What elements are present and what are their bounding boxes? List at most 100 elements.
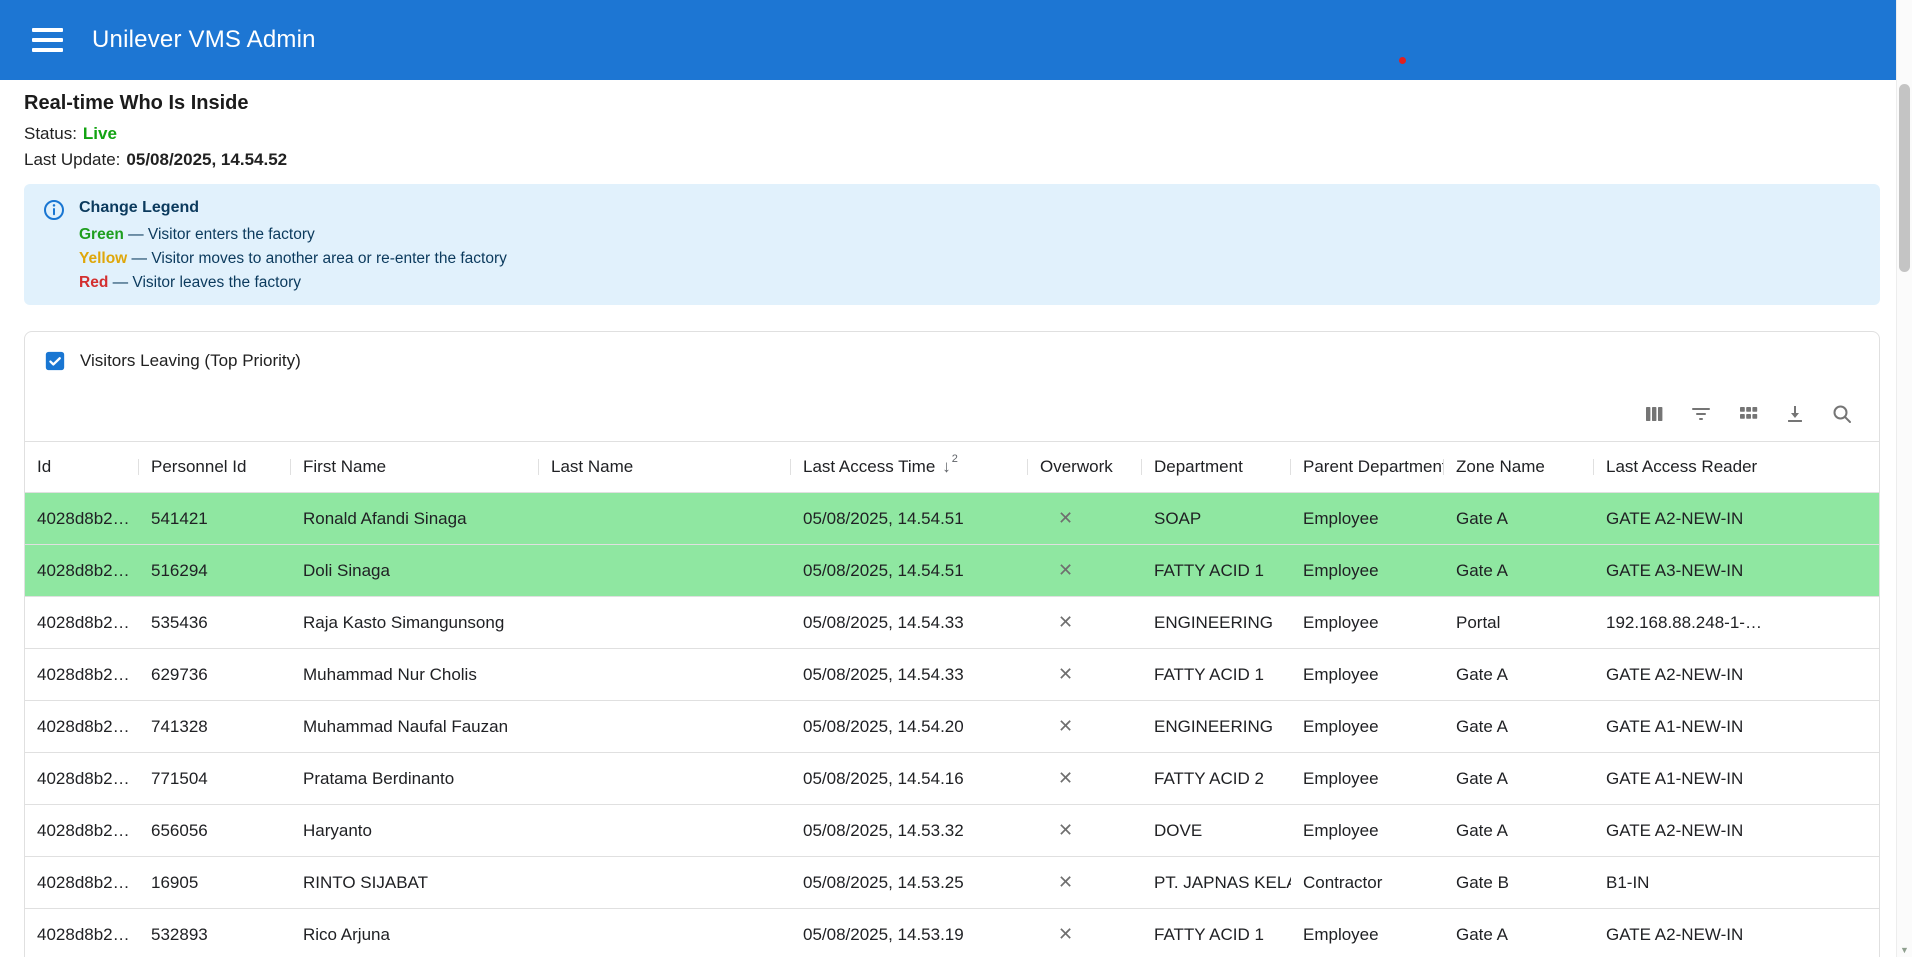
column-header-department[interactable]: Department [1142, 442, 1291, 492]
cell-id: 4028d8b2… [25, 493, 139, 544]
table-row[interactable]: 4028d8b2…16905RINTO SIJABAT05/08/2025, 1… [25, 857, 1879, 909]
column-header-label: Last Name [551, 457, 633, 477]
table-row[interactable]: 4028d8b2…741328Muhammad Naufal Fauzan05/… [25, 701, 1879, 753]
table-row[interactable]: 4028d8b2…516294Doli Sinaga05/08/2025, 14… [25, 545, 1879, 597]
cell-last_access_time: 05/08/2025, 14.53.32 [791, 805, 1028, 856]
legend-body: Change Legend Green — Visitor enters the… [79, 197, 507, 292]
menu-button[interactable] [24, 17, 70, 63]
column-header-label: First Name [303, 457, 386, 477]
app-bar: Unilever VMS Admin [0, 0, 1912, 80]
cell-last_access_reader: GATE A2-NEW-IN [1594, 493, 1879, 544]
cell-first_name: Pratama Berdinanto [291, 753, 539, 804]
filter-row: Visitors Leaving (Top Priority) [25, 332, 1879, 390]
density-button[interactable] [1731, 399, 1765, 433]
overwork-close-icon: ✕ [1028, 805, 1142, 856]
cell-last_access_reader: GATE A3-NEW-IN [1594, 545, 1879, 596]
table-header: IdPersonnel Id First Name Last Name Last Ac… [25, 442, 1879, 492]
column-header-last_access_reader[interactable]: Last Access Reader [1594, 442, 1879, 492]
cell-first_name: Rico Arjuna [291, 909, 539, 957]
overwork-close-icon: ✕ [1028, 857, 1142, 908]
cell-last_name [539, 753, 791, 804]
cell-parent_department: Employee [1291, 701, 1444, 752]
last-update-line: Last Update:05/08/2025, 14.54.52 [24, 150, 1880, 170]
visitors-leaving-checkbox[interactable] [44, 350, 66, 372]
columns-button[interactable] [1637, 399, 1671, 433]
cell-first_name: RINTO SIJABAT [291, 857, 539, 908]
cell-parent_department: Employee [1291, 805, 1444, 856]
column-header-last_access_time[interactable]: Last Access Time ↓2 [791, 442, 1028, 492]
column-header-label: Last Access Time [803, 457, 935, 477]
cell-first_name: Muhammad Naufal Fauzan [291, 701, 539, 752]
red-dot [1399, 57, 1406, 64]
cell-personnel_id: 629736 [139, 649, 291, 700]
table-row[interactable]: 4028d8b2…629736Muhammad Nur Cholis05/08/… [25, 649, 1879, 701]
cell-department: DOVE [1142, 805, 1291, 856]
table-card: Visitors Leaving (Top Priority) [24, 331, 1880, 957]
cell-id: 4028d8b2… [25, 701, 139, 752]
column-header-personnel_id[interactable]: Personnel Id [139, 442, 291, 492]
column-header-last_name[interactable]: Last Name [539, 442, 791, 492]
column-header-parent_department[interactable]: Parent Department … [1291, 442, 1444, 492]
column-header-label: Parent Department … [1303, 457, 1444, 477]
column-header-overwork[interactable]: Overwork [1028, 442, 1142, 492]
table-toolbar [25, 390, 1879, 442]
cell-zone_name: Gate A [1444, 805, 1594, 856]
table-body: 4028d8b2…541421Ronald Afandi Sinaga05/08… [25, 492, 1879, 957]
column-header-first_name[interactable]: First Name [291, 442, 539, 492]
last-update-value: 05/08/2025, 14.54.52 [126, 150, 287, 169]
column-header-id[interactable]: Id [25, 442, 139, 492]
table-row[interactable]: 4028d8b2…535436Raja Kasto Simangunsong05… [25, 597, 1879, 649]
cell-last_access_time: 05/08/2025, 14.53.25 [791, 857, 1028, 908]
hamburger-icon [32, 28, 63, 52]
table-row[interactable]: 4028d8b2…656056Haryanto05/08/2025, 14.53… [25, 805, 1879, 857]
legend-item: Yellow — Visitor moves to another area o… [79, 249, 507, 269]
table-row[interactable]: 4028d8b2…532893Rico Arjuna05/08/2025, 14… [25, 909, 1879, 957]
table-row[interactable]: 4028d8b2…771504Pratama Berdinanto05/08/2… [25, 753, 1879, 805]
legend-items: Green — Visitor enters the factory Yellow… [79, 225, 507, 292]
cell-last_name [539, 597, 791, 648]
cell-personnel_id: 532893 [139, 909, 291, 957]
visitors-leaving-label: Visitors Leaving (Top Priority) [80, 351, 301, 371]
cell-personnel_id: 516294 [139, 545, 291, 596]
cell-first_name: Raja Kasto Simangunsong [291, 597, 539, 648]
cell-first_name: Haryanto [291, 805, 539, 856]
columns-icon [1642, 402, 1666, 429]
cell-department: FATTY ACID 1 [1142, 649, 1291, 700]
scroll-down-icon[interactable] [1897, 945, 1912, 955]
cell-first_name: Doli Sinaga [291, 545, 539, 596]
cell-id: 4028d8b2… [25, 649, 139, 700]
cell-id: 4028d8b2… [25, 753, 139, 804]
cell-last_access_time: 05/08/2025, 14.54.16 [791, 753, 1028, 804]
export-button[interactable] [1778, 399, 1812, 433]
overwork-close-icon: ✕ [1028, 545, 1142, 596]
column-header-zone_name[interactable]: Zone Name [1444, 442, 1594, 492]
page-scrollbar[interactable] [1896, 0, 1912, 957]
cell-last_name [539, 805, 791, 856]
column-header-label: Zone Name [1456, 457, 1545, 477]
cell-zone_name: Portal [1444, 597, 1594, 648]
cell-id: 4028d8b2… [25, 857, 139, 908]
legend-item: Green — Visitor enters the factory [79, 225, 507, 245]
status-label: Status: [24, 124, 77, 143]
cell-zone_name: Gate A [1444, 909, 1594, 957]
cell-last_access_time: 05/08/2025, 14.53.19 [791, 909, 1028, 957]
column-header-label: Overwork [1040, 457, 1113, 477]
cell-first_name: Ronald Afandi Sinaga [291, 493, 539, 544]
cell-zone_name: Gate B [1444, 857, 1594, 908]
overwork-close-icon: ✕ [1028, 493, 1142, 544]
cell-id: 4028d8b2… [25, 597, 139, 648]
filter-button[interactable] [1684, 399, 1718, 433]
table-row[interactable]: 4028d8b2…541421Ronald Afandi Sinaga05/08… [25, 493, 1879, 545]
scrollbar-thumb[interactable] [1899, 84, 1910, 272]
overwork-close-icon: ✕ [1028, 649, 1142, 700]
cell-last_access_reader: GATE A1-NEW-IN [1594, 701, 1879, 752]
column-header-label: Last Access Reader [1606, 457, 1757, 477]
search-button[interactable] [1825, 399, 1859, 433]
cell-id: 4028d8b2… [25, 805, 139, 856]
legend-title: Change Legend [79, 199, 507, 217]
cell-department: FATTY ACID 1 [1142, 545, 1291, 596]
cell-parent_department: Employee [1291, 909, 1444, 957]
column-header-label: Department [1154, 457, 1243, 477]
cell-zone_name: Gate A [1444, 701, 1594, 752]
sort-desc-icon: ↓2 [942, 458, 958, 477]
